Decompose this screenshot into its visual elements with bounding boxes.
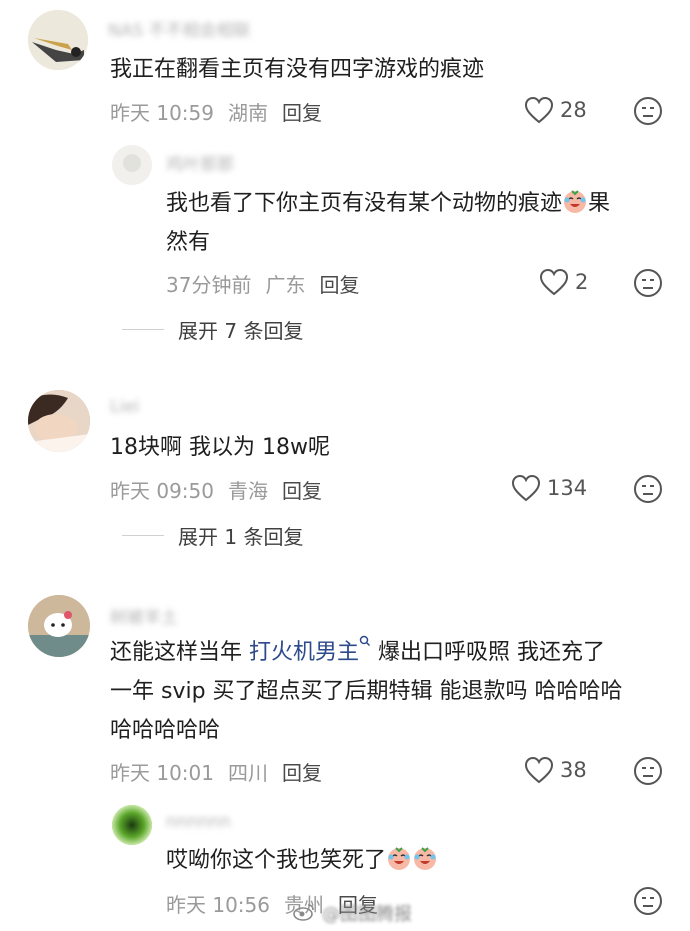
weibo-logo-icon — [293, 904, 314, 921]
comment-time: 昨天 10:56 — [166, 893, 270, 917]
comment-text-part: 哎呦你这个我也笑死了 — [166, 848, 387, 873]
comment-location: 湖南 — [228, 101, 268, 125]
reply-button[interactable]: 回复 — [282, 101, 322, 125]
comment-time: 昨天 10:01 — [110, 761, 214, 785]
search-link[interactable]: 打火机男主 — [249, 640, 359, 665]
avatar[interactable] — [28, 390, 90, 452]
like-count: 28 — [560, 98, 587, 122]
like-button[interactable]: 2 — [539, 268, 588, 296]
expand-replies-label: 展开 7 条回复 — [178, 319, 304, 343]
avatar[interactable] — [112, 145, 152, 185]
username[interactable]: 树被羊土 — [110, 603, 178, 628]
comment-text-part: 爆出口呼吸照 我还充了 — [371, 640, 606, 665]
comment-text-line: 然有 — [166, 230, 211, 255]
avatar[interactable] — [28, 595, 90, 657]
crying-laughing-emoji — [414, 847, 437, 870]
username[interactable]: NAS 不不相会相联 — [108, 16, 251, 41]
like-button[interactable]: 134 — [511, 474, 587, 502]
comment-meta: 37分钟前 广东 回复 — [166, 269, 373, 298]
comment-location: 四川 — [228, 761, 268, 785]
comment-text: 哎呦你这个我也笑死了 — [166, 841, 438, 880]
expand-replies-button[interactable]: 展开 1 条回复 — [122, 521, 303, 550]
dislike-face-icon[interactable] — [633, 474, 663, 504]
avatar-image — [28, 390, 90, 452]
comment-text-part: 我也看了下你主页有没有某个动物的痕迹 — [166, 191, 563, 216]
username[interactable]: Liei — [110, 397, 139, 417]
comment-time: 37分钟前 — [166, 273, 252, 297]
heart-icon — [524, 756, 554, 784]
like-button[interactable]: 38 — [524, 756, 587, 784]
divider — [122, 535, 164, 536]
avatar-image — [28, 10, 88, 70]
dislike-face-icon[interactable] — [633, 886, 663, 916]
avatar-image — [112, 145, 152, 185]
reply-button[interactable]: 回复 — [319, 273, 359, 297]
expand-replies-label: 展开 1 条回复 — [178, 525, 304, 549]
heart-icon — [511, 474, 541, 502]
divider — [122, 329, 164, 330]
like-count: 134 — [547, 476, 588, 500]
comment-meta: 昨天 09:50 青海 回复 — [110, 475, 336, 504]
comment-location: 广东 — [265, 273, 306, 297]
username[interactable]: 鸡叶那那 — [166, 150, 234, 175]
comment-time: 昨天 09:50 — [110, 479, 214, 503]
crying-laughing-emoji — [564, 190, 587, 213]
comment-meta: 昨天 10:01 四川 回复 — [110, 757, 336, 786]
avatar[interactable] — [112, 805, 152, 845]
dislike-face-icon[interactable] — [633, 756, 663, 786]
comment-text: 还能这样当年 打火机男主 爆出口呼吸照 我还充了 一年 svip 买了超点买了后… — [110, 633, 623, 750]
avatar-image — [28, 595, 90, 657]
heart-icon — [524, 96, 554, 124]
comment-time: 昨天 10:59 — [110, 101, 214, 125]
reply-button[interactable]: 回复 — [282, 761, 322, 785]
avatar[interactable] — [28, 10, 88, 70]
reply-button[interactable]: 回复 — [282, 479, 322, 503]
comment-text: 我也看了下你主页有没有某个动物的痕迹果 然有 — [166, 184, 610, 262]
username[interactable]: nnnnnn — [166, 812, 231, 832]
search-superscript-icon[interactable] — [359, 635, 371, 649]
dislike-face-icon[interactable] — [633, 96, 663, 126]
comment-text: 我正在翻看主页有没有四字游戏的痕迹 — [110, 57, 485, 82]
crying-laughing-emoji — [388, 847, 411, 870]
comment-text-part: 果 — [588, 191, 611, 216]
like-count: 38 — [560, 758, 587, 782]
comment-text: 18块啊 我以为 18w呢 — [110, 435, 330, 460]
like-button[interactable]: 28 — [524, 96, 587, 124]
comment-meta: 昨天 10:59 湖南 回复 — [110, 97, 336, 126]
comment-text-line: 一年 svip 买了超点买了后期特辑 能退款吗 哈哈哈哈 — [110, 679, 623, 704]
dislike-face-icon[interactable] — [633, 268, 663, 298]
comment-location: 青海 — [228, 479, 268, 503]
comment-text-line: 哈哈哈哈哈 — [110, 718, 221, 743]
like-count: 2 — [575, 270, 589, 294]
avatar-image — [112, 805, 152, 845]
comment-text-part: 还能这样当年 — [110, 640, 249, 665]
heart-icon — [539, 268, 569, 296]
watermark: @图图腾报 — [322, 904, 412, 925]
expand-replies-button[interactable]: 展开 7 条回复 — [122, 315, 303, 344]
